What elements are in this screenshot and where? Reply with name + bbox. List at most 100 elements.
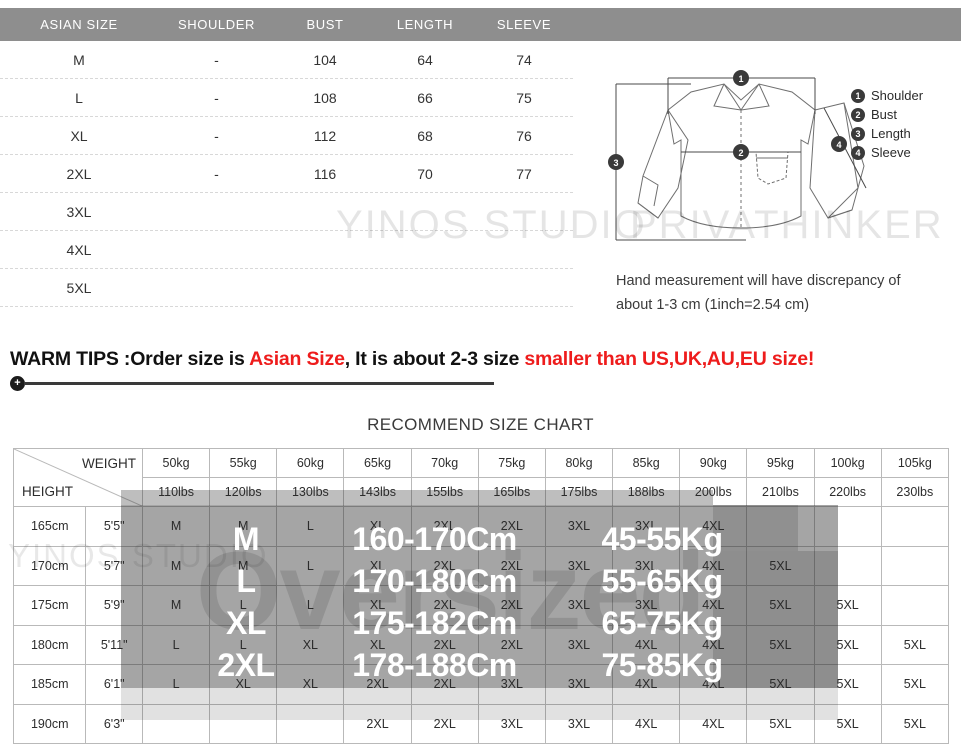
weight-lbs-cell: 120lbs	[209, 477, 278, 507]
size-cell: 4XL	[612, 664, 681, 705]
spec-cell-size: 3XL	[66, 203, 92, 220]
size-cell: 2XL	[343, 664, 412, 705]
weight-kg-cell: 80kg	[544, 448, 614, 478]
size-cell: 2XL	[477, 506, 546, 547]
svg-text:3: 3	[613, 158, 618, 168]
spec-cell-shoulder: -	[214, 89, 219, 106]
size-cell: 2XL	[410, 703, 479, 744]
spec-table: ASIAN SIZE SHOULDER BUST LENGTH SLEEVE M…	[0, 8, 573, 307]
size-cell	[813, 545, 882, 586]
recommend-size-table: WEIGHT HEIGHT 50kg 55kg 60kg 65kg 70kg 7…	[12, 448, 950, 744]
weight-lbs-cell: 130lbs	[276, 477, 345, 507]
spec-cell-sleeve: 74	[516, 51, 532, 68]
size-cell: M	[141, 506, 211, 547]
spec-cell-size: 4XL	[66, 241, 92, 258]
legend-label: Shoulder	[871, 88, 924, 103]
warm-tips-asian-size: Asian Size	[249, 348, 345, 370]
size-cell: 5XL	[813, 624, 882, 665]
table-row: 165cm 5'5" M M L XL 2XL 2XL 3XL 3XL 4XL	[12, 506, 950, 547]
svg-text:2: 2	[738, 148, 743, 158]
height-cm-cell: 180cm	[12, 624, 87, 665]
weight-kg-header-row: WEIGHT HEIGHT 50kg 55kg 60kg 65kg 70kg 7…	[13, 448, 950, 507]
size-cell	[276, 703, 345, 744]
plus-icon: +	[10, 376, 25, 391]
size-cell: 4XL	[679, 545, 748, 586]
measurement-note-line1: Hand measurement will have discrepancy o…	[616, 273, 901, 289]
size-cell: 4XL	[612, 703, 681, 744]
spec-cell-length: 64	[417, 51, 433, 68]
size-cell: XL	[343, 585, 412, 626]
height-ft-cell: 5'7"	[85, 545, 143, 586]
spec-cell-size: XL	[70, 127, 88, 144]
size-cell: XL	[209, 664, 278, 705]
table-row: 190cm 6'3" 2XL 2XL 3XL 3XL 4XL 4XL 5XL 5…	[12, 703, 950, 744]
table-row: 4XL	[0, 231, 573, 269]
size-cell: 4XL	[612, 624, 681, 665]
size-cell	[880, 506, 950, 547]
size-cell: L	[141, 664, 211, 705]
table-row: 5XL	[0, 269, 573, 307]
size-cell: 3XL	[544, 545, 614, 586]
size-cell: 2XL	[410, 506, 479, 547]
weight-kg-cell: 100kg	[813, 448, 882, 478]
height-cm-cell: 175cm	[12, 585, 87, 626]
legend-number-2-icon: 2	[851, 107, 865, 122]
height-cm-cell: 170cm	[12, 545, 87, 586]
spec-header-sleeve: SLEEVE	[496, 17, 552, 32]
size-cell: 3XL	[544, 703, 614, 744]
header-bar-extension	[573, 8, 961, 41]
legend-item-bust: 2 Bust	[851, 105, 923, 124]
spec-cell-bust: 104	[313, 51, 337, 68]
table-row: 170cm 5'7" M M L XL 2XL 2XL 3XL 3XL 4XL …	[12, 545, 950, 586]
table-row: 3XL	[0, 193, 573, 231]
size-cell: 3XL	[544, 506, 614, 547]
size-cell: 2XL	[410, 664, 479, 705]
height-ft-cell: 6'1"	[85, 664, 143, 705]
spec-cell-sleeve: 77	[516, 165, 532, 182]
top-section: ASIAN SIZE SHOULDER BUST LENGTH SLEEVE M…	[0, 0, 961, 330]
weight-lbs-cell: 155lbs	[410, 477, 479, 507]
spec-cell-bust: 108	[313, 89, 337, 106]
size-cell: L	[276, 545, 345, 586]
table-row: 180cm 5'11" L L XL XL 2XL 2XL 3XL 4XL 4X…	[12, 624, 950, 665]
legend-number-3-icon: 3	[851, 126, 865, 141]
legend-item-length: 3 Length	[851, 124, 923, 143]
weight-lbs-cell: 200lbs	[679, 477, 748, 507]
size-cell: L	[141, 624, 211, 665]
weight-kg-cell: 55kg	[209, 448, 278, 478]
height-cm-cell: 185cm	[12, 664, 87, 705]
legend-number-1-icon: 1	[851, 88, 865, 103]
size-cell: 4XL	[679, 506, 748, 547]
size-cell: M	[141, 585, 211, 626]
spec-cell-shoulder: -	[214, 165, 219, 182]
size-cell: 3XL	[544, 624, 614, 665]
size-cell	[141, 703, 211, 744]
table-row: M - 104 64 74	[0, 41, 573, 79]
size-cell: 5XL	[813, 664, 882, 705]
size-cell: 3XL	[477, 703, 546, 744]
spec-cell-sleeve: 75	[516, 89, 532, 106]
weight-kg-cell: 95kg	[746, 448, 815, 478]
size-cell: 2XL	[343, 703, 412, 744]
size-cell: L	[209, 624, 278, 665]
table-row: 2XL - 116 70 77	[0, 155, 573, 193]
spec-table-header-row: ASIAN SIZE SHOULDER BUST LENGTH SLEEVE	[0, 8, 573, 41]
weight-lbs-header-row: 110lbs 120lbs 130lbs 143lbs 155lbs 165lb…	[14, 477, 950, 507]
spec-cell-sleeve: 76	[516, 127, 532, 144]
svg-text:4: 4	[836, 140, 841, 150]
axis-label-height: HEIGHT	[22, 484, 74, 499]
size-cell: XL	[276, 624, 345, 665]
spec-cell-length: 70	[417, 165, 433, 182]
size-cell: L	[276, 585, 345, 626]
size-cell: 5XL	[813, 585, 882, 626]
weight-kg-cell: 50kg	[141, 448, 211, 478]
size-cell: XL	[343, 624, 412, 665]
weight-lbs-cell: 175lbs	[544, 477, 614, 507]
axis-corner-cell: WEIGHT HEIGHT	[13, 448, 143, 507]
weight-kg-cell: 65kg	[343, 448, 412, 478]
section-divider: +	[10, 375, 510, 391]
warm-tips-part1: WARM TIPS :Order size is	[10, 348, 250, 370]
size-cell	[880, 585, 950, 626]
size-cell: 3XL	[612, 545, 681, 586]
weight-kg-cell: 90kg	[679, 448, 748, 478]
